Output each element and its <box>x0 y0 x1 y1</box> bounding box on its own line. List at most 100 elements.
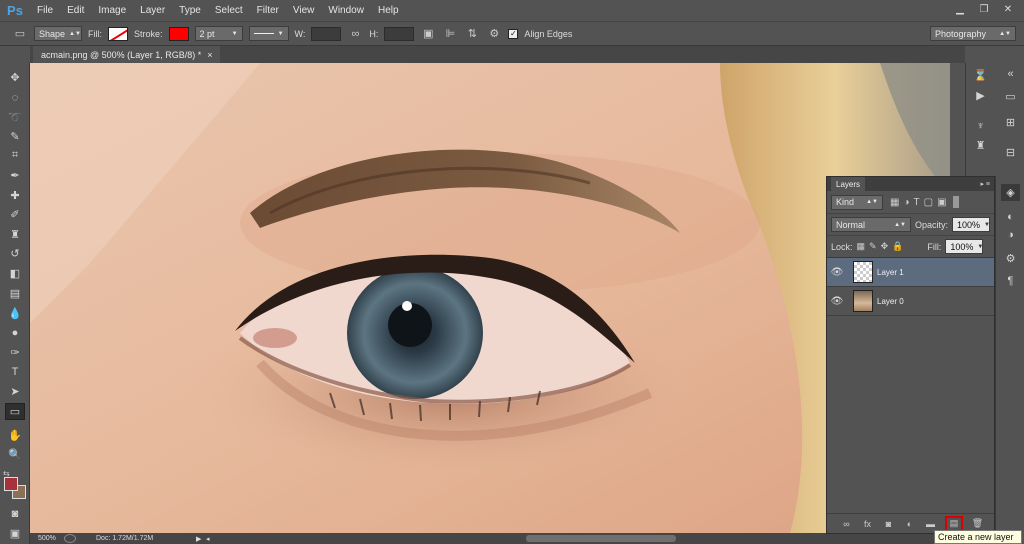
close-icon[interactable]: ✕ <box>998 2 1018 17</box>
move-tool-icon[interactable]: ✥ <box>5 69 25 86</box>
quick-select-tool-icon[interactable]: ✎ <box>5 128 25 145</box>
eraser-tool-icon[interactable]: ◧ <box>5 265 25 282</box>
visibility-eye-icon[interactable]: 👁 <box>827 267 847 278</box>
menu-filter[interactable]: Filter <box>250 5 286 16</box>
height-input[interactable] <box>384 26 415 41</box>
layer-name[interactable]: Layer 1 <box>877 268 904 277</box>
workspace-dropdown[interactable]: Photography ▲▼ <box>930 26 1016 41</box>
link-icon[interactable]: ∞ <box>347 26 363 42</box>
lock-all-icon[interactable]: 🔒 <box>892 241 903 252</box>
actions-panel-icon[interactable]: ▶ <box>971 87 990 104</box>
panel-menu-icon[interactable]: ▸ ≡ <box>980 180 990 188</box>
eyedropper-tool-icon[interactable]: ✒ <box>5 167 25 184</box>
minimize-icon[interactable]: ▁ <box>950 2 970 17</box>
lasso-tool-icon[interactable]: ➰ <box>5 109 25 126</box>
gear-icon[interactable]: ⚙ <box>486 26 502 42</box>
channels-panel-icon[interactable]: ◐ <box>1001 208 1020 225</box>
stroke-type-dropdown[interactable]: ▼ <box>248 26 289 41</box>
layer-row[interactable]: 👁 Layer 1 <box>827 258 994 287</box>
menu-file[interactable]: File <box>30 5 60 16</box>
paragraph-panel-icon[interactable]: ¶ <box>1001 272 1020 289</box>
history-panel-icon[interactable]: ⌛ <box>971 67 990 84</box>
layers-tab[interactable]: Layers <box>831 177 866 191</box>
fill-swatch[interactable] <box>108 26 128 41</box>
zoom-tool-icon[interactable]: 🔍 <box>5 446 25 463</box>
layers-panel-icon[interactable]: ◈ <box>1001 184 1020 201</box>
history-brush-tool-icon[interactable]: ↺ <box>5 245 25 262</box>
filter-toggle-switch[interactable] <box>952 196 959 208</box>
dock-adjust-icon[interactable]: ⊟ <box>1001 144 1020 161</box>
hand-tool-icon[interactable]: ✋ <box>5 427 25 444</box>
type-tool-icon[interactable]: T <box>5 363 25 380</box>
status-info-icon[interactable] <box>64 534 76 543</box>
stroke-swatch[interactable] <box>168 26 189 41</box>
marquee-tool-icon[interactable]: ◌ <box>5 89 25 106</box>
foreground-color-swatch[interactable] <box>4 477 18 491</box>
document-tab[interactable]: acmain.png @ 500% (Layer 1, RGB/8) * × <box>33 46 221 63</box>
delete-layer-icon[interactable]: 🗑 <box>971 518 984 529</box>
visibility-eye-icon[interactable]: 👁 <box>827 296 847 307</box>
filter-type-icon[interactable]: T <box>914 197 920 208</box>
menu-help[interactable]: Help <box>371 5 406 16</box>
blend-mode-dropdown[interactable]: Normal ▲▼ <box>831 217 911 232</box>
healing-brush-tool-icon[interactable]: ✚ <box>5 187 25 204</box>
path-arrangement-icon[interactable]: ⇅ <box>464 26 480 42</box>
dock-properties-icon[interactable]: ⊞ <box>1001 114 1020 131</box>
stroke-size-dropdown[interactable]: 2 pt ▼ <box>194 26 243 41</box>
path-operations-icon[interactable]: ▣ <box>420 26 436 42</box>
menu-select[interactable]: Select <box>208 5 250 16</box>
document-canvas[interactable] <box>30 63 950 533</box>
filter-smartobject-icon[interactable]: ▣ <box>937 197 946 208</box>
gradient-tool-icon[interactable]: ▤ <box>5 285 25 302</box>
blur-tool-icon[interactable]: 💧 <box>5 305 25 322</box>
horizontal-scrollbar-thumb[interactable] <box>526 535 676 542</box>
styles-panel-icon[interactable]: ⚙ <box>1001 250 1020 267</box>
filter-shape-icon[interactable]: ▢ <box>924 197 933 208</box>
link-layers-icon[interactable]: ∞ <box>840 519 853 529</box>
dodge-tool-icon[interactable]: ● <box>5 324 25 341</box>
filter-adjustment-icon[interactable]: ◑ <box>903 197 909 208</box>
width-input[interactable] <box>311 26 342 41</box>
new-group-icon[interactable]: ▬ <box>924 519 937 529</box>
screen-mode-icon[interactable]: ▣ <box>5 525 25 542</box>
status-menu-arrow-icon[interactable]: ▶ <box>196 535 206 543</box>
restore-icon[interactable]: ❐ <box>974 2 994 17</box>
tool-preset-icon[interactable]: ▭ <box>12 26 28 42</box>
close-tab-icon[interactable]: × <box>207 50 212 60</box>
menu-view[interactable]: View <box>286 5 322 16</box>
adjustment-layer-icon[interactable]: ◐ <box>903 519 916 529</box>
dock-top-arrows-icon[interactable]: « <box>1001 65 1020 82</box>
menu-type[interactable]: Type <box>172 5 208 16</box>
filter-pixel-icon[interactable]: ▦ <box>890 197 899 208</box>
scroll-left-icon[interactable]: ◂ <box>206 535 216 543</box>
path-selection-tool-icon[interactable]: ➤ <box>5 383 25 400</box>
paths-panel-icon[interactable]: ◑ <box>1001 226 1020 243</box>
clone-stamp-tool-icon[interactable]: ♜ <box>5 226 25 243</box>
clone-source-icon[interactable]: ♜ <box>971 137 990 154</box>
shape-mode-dropdown[interactable]: Shape ▲▼ <box>34 26 82 41</box>
crop-tool-icon[interactable]: ⌗ <box>5 147 25 164</box>
menu-edit[interactable]: Edit <box>60 5 91 16</box>
zoom-level[interactable]: 500% <box>30 535 64 542</box>
lock-position-icon[interactable]: ✥ <box>881 241 889 252</box>
kind-filter-dropdown[interactable]: Kind ▲▼ <box>831 194 883 210</box>
fill-input[interactable]: 100% ▼ <box>945 239 984 254</box>
dock-histogram-icon[interactable]: ▭ <box>1001 88 1020 105</box>
path-alignment-icon[interactable]: ⊫ <box>442 26 458 42</box>
menu-window[interactable]: Window <box>321 5 371 16</box>
menu-layer[interactable]: Layer <box>133 5 172 16</box>
quick-mask-icon[interactable]: ◙ <box>5 505 25 522</box>
brush-panel-icon[interactable]: ♆ <box>971 117 990 134</box>
lock-image-icon[interactable]: ✎ <box>869 241 877 252</box>
opacity-input[interactable]: 100% ▼ <box>952 217 990 232</box>
layer-name[interactable]: Layer 0 <box>877 297 904 306</box>
menu-image[interactable]: Image <box>91 5 133 16</box>
lock-transparent-icon[interactable]: ▦ <box>857 241 866 252</box>
layer-row[interactable]: 👁 Layer 0 <box>827 287 994 316</box>
align-edges-checkbox[interactable]: ✓ <box>508 28 519 39</box>
pen-tool-icon[interactable]: ✑ <box>5 344 25 361</box>
brush-tool-icon[interactable]: ✐ <box>5 206 25 223</box>
add-mask-icon[interactable]: ◙ <box>882 519 895 529</box>
rectangle-tool-icon[interactable]: ▭ <box>5 403 25 420</box>
layer-style-icon[interactable]: fx <box>861 519 874 529</box>
